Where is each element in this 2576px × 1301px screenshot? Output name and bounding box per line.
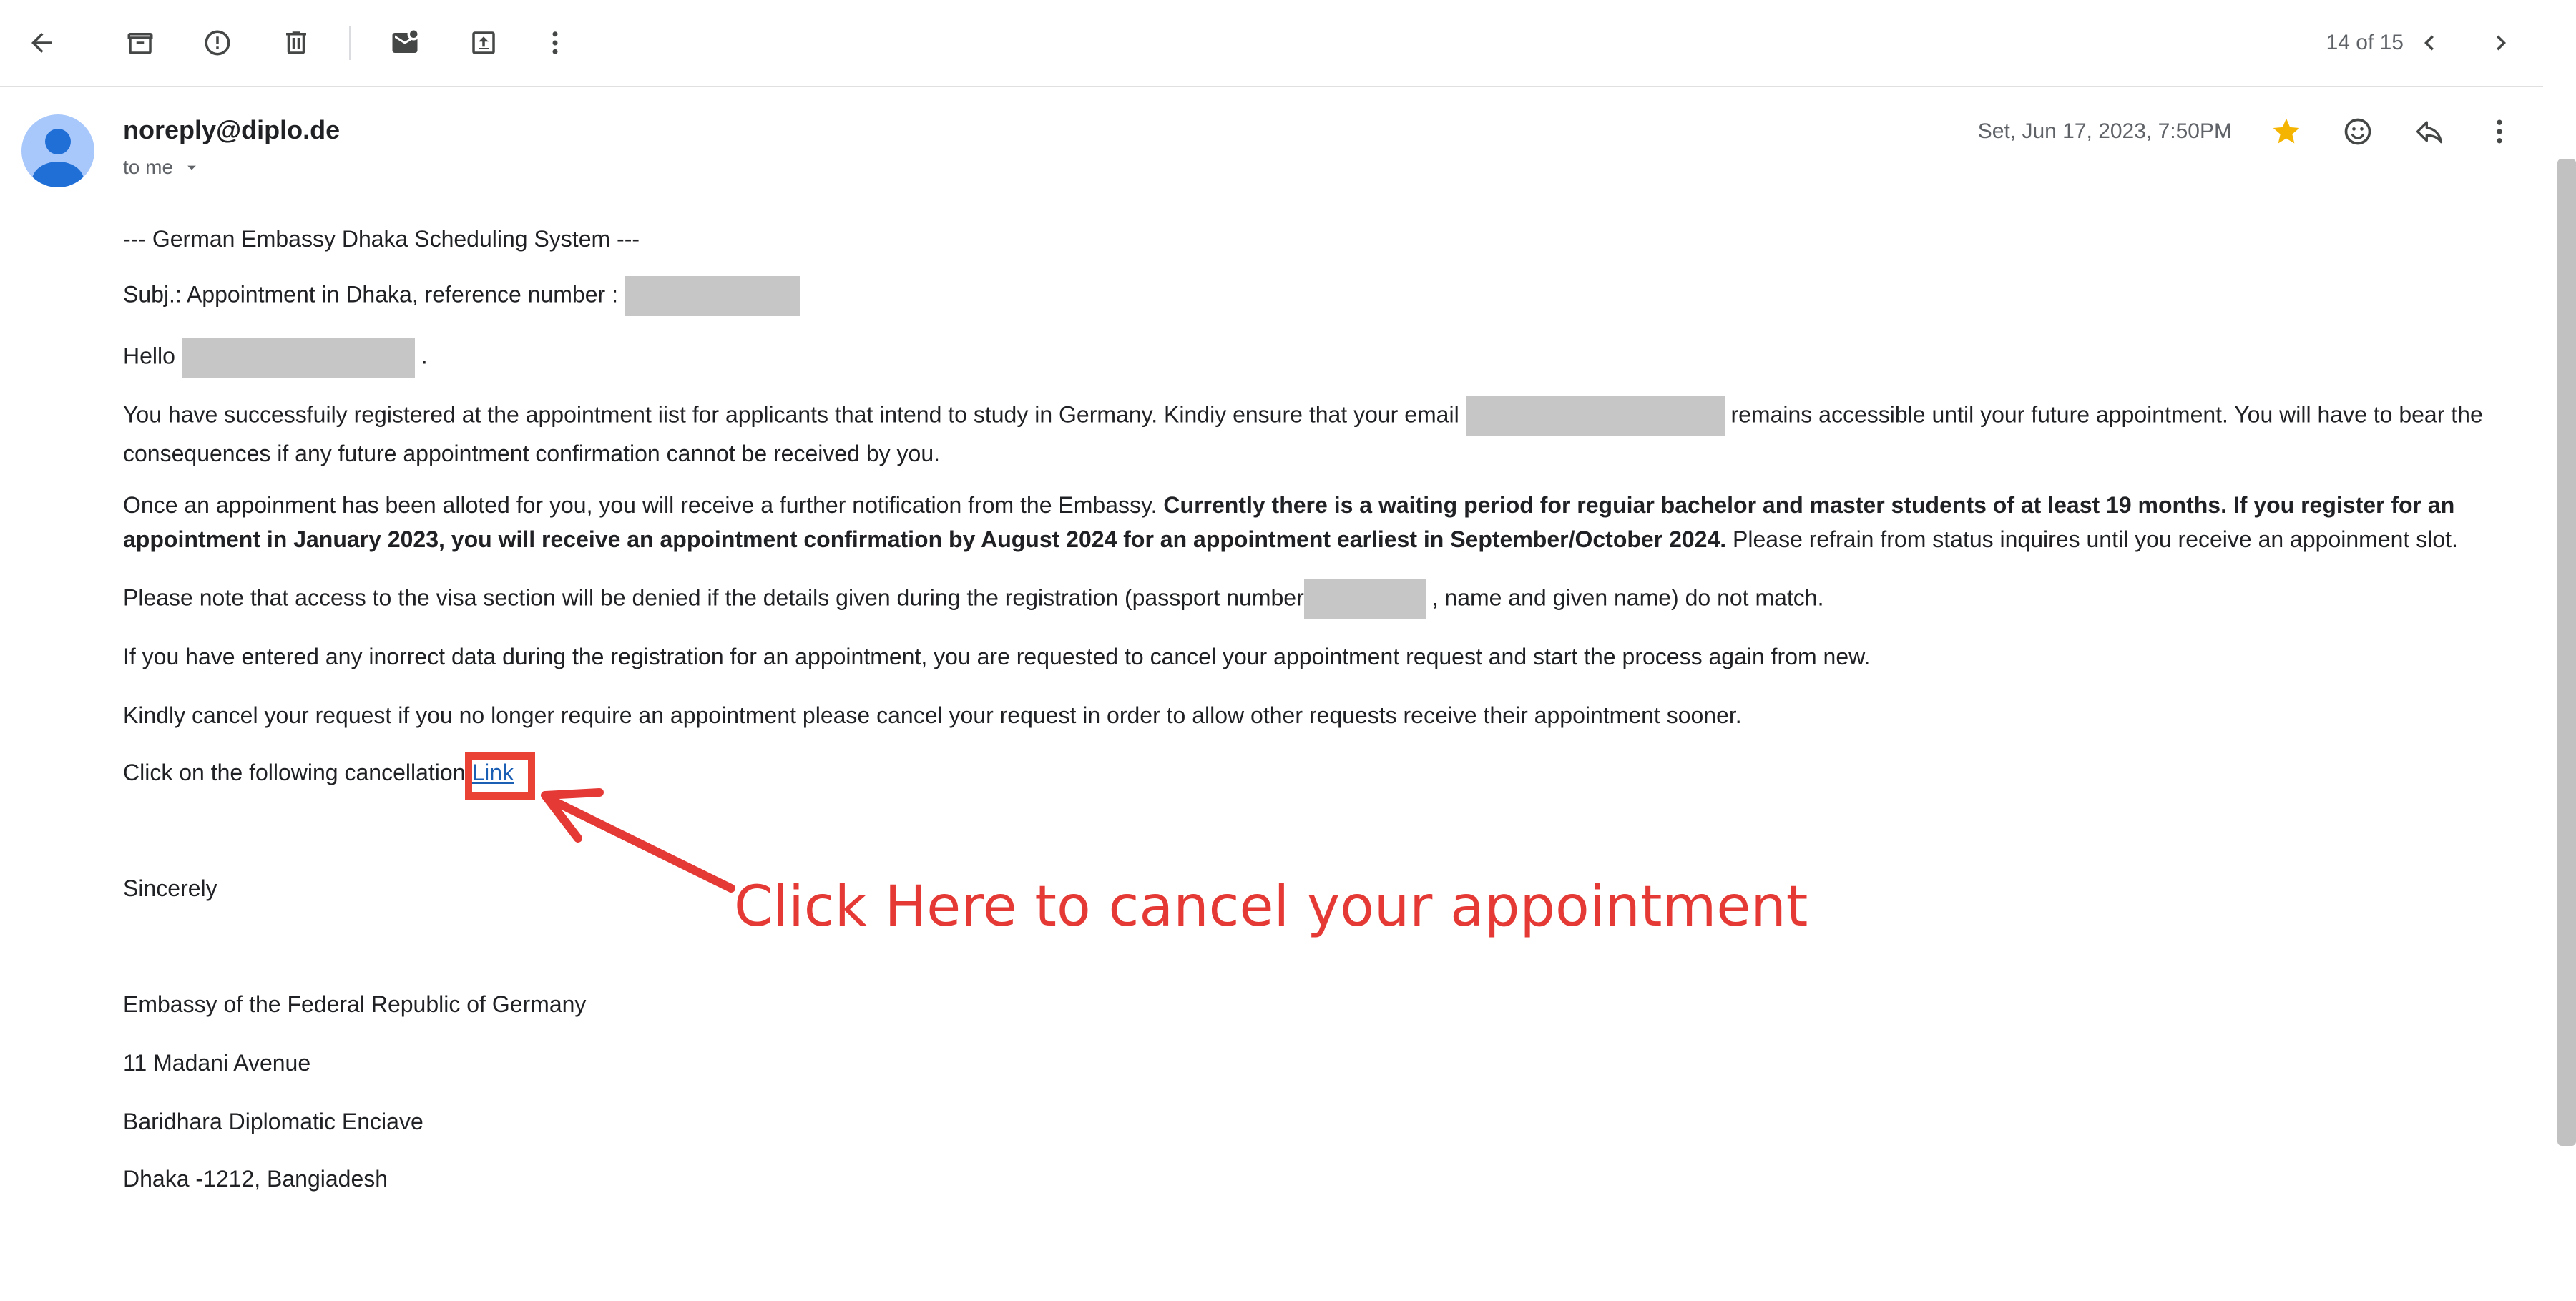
cancellation-text: Click on the following cancellation xyxy=(123,760,466,785)
email-date: Set, Jun 17, 2023, 7:50PM xyxy=(1977,119,2232,143)
emoji-icon xyxy=(2344,118,2371,145)
paragraph-registration-a: You have successfuily registered at the … xyxy=(123,401,1459,428)
sender-email[interactable]: noreply@diplo.de xyxy=(123,114,340,146)
trash-icon xyxy=(286,31,306,54)
reply-button[interactable] xyxy=(2406,109,2452,154)
redacted-email xyxy=(1465,396,1725,436)
dropdown-arrow-icon xyxy=(187,165,196,170)
subject-text: Subj.: Appointment in Dhaka, reference n… xyxy=(123,281,618,308)
paragraph-cancel-request: Kindly cancel your request if you no lon… xyxy=(123,702,1742,728)
previous-email-button[interactable] xyxy=(2406,20,2452,66)
greeting-line: Hello . xyxy=(123,338,428,378)
more-actions-button[interactable] xyxy=(532,20,578,66)
delete-button[interactable] xyxy=(273,20,319,66)
recipient-label: to me xyxy=(123,156,174,178)
link-highlight-box xyxy=(465,752,535,800)
archive-icon xyxy=(127,33,153,54)
sincerely: Sincerely xyxy=(123,875,217,901)
paragraph-incorrect-data: If you have entered any inorrect data du… xyxy=(123,644,1871,669)
greeting-text: Hello xyxy=(123,343,175,369)
paragraph-waiting-period: Once an appoinment has been alloted for … xyxy=(123,488,2527,556)
person-icon xyxy=(32,129,84,187)
more-vert-icon xyxy=(552,31,558,54)
move-to-icon xyxy=(472,31,495,54)
redacted-reference-number xyxy=(624,276,800,316)
star-icon xyxy=(2273,118,2300,144)
add-reaction-button[interactable] xyxy=(2335,109,2381,154)
pager-count: 14 of 15 xyxy=(2326,31,2404,54)
redacted-name xyxy=(181,338,415,378)
paragraph-cancellation-link: Click on the following cancellation Link xyxy=(123,755,514,790)
mark-unread-button[interactable] xyxy=(382,20,428,66)
email-more-button[interactable] xyxy=(2477,109,2522,154)
greeting-end: . xyxy=(421,343,428,369)
back-button[interactable] xyxy=(19,20,64,66)
signature-enclave: Baridhara Diplomatic Enciave xyxy=(123,1109,423,1134)
reply-icon xyxy=(2416,121,2443,144)
mark-unread-icon xyxy=(392,30,418,53)
archive-button[interactable] xyxy=(117,20,163,66)
email-toolbar: 14 of 15 xyxy=(0,0,2543,87)
paragraph-registration: You have successfuily registered at the … xyxy=(123,396,2527,471)
signature-embassy: Embassy of the Federal Republic of Germa… xyxy=(123,991,587,1017)
subject-line: Subj.: Appointment in Dhaka, reference n… xyxy=(123,276,800,316)
chevron-right-icon xyxy=(2497,35,2506,51)
redacted-passport-number xyxy=(1303,579,1426,619)
scrollbar-thumb[interactable] xyxy=(2557,159,2576,1146)
move-to-button[interactable] xyxy=(461,20,506,66)
paragraph-waiting-c: Please refrain from status inquires unti… xyxy=(1733,526,2458,552)
system-line: --- German Embassy Dhaka Scheduling Syst… xyxy=(123,226,640,252)
report-spam-button[interactable] xyxy=(195,20,240,66)
arrow-left-icon xyxy=(31,33,52,53)
report-spam-icon xyxy=(205,30,230,56)
signature-city: Dhaka -1212, Bangiadesh xyxy=(123,1166,388,1192)
recipient-details[interactable]: to me xyxy=(123,154,202,180)
paragraph-visa-b: , name and given name) do not match. xyxy=(1431,584,1824,611)
paragraph-visa-access: Please note that access to the visa sect… xyxy=(123,579,2527,619)
paragraph-waiting-a: Once an appoinment has been alloted for … xyxy=(123,492,1157,518)
signature-street: 11 Madani Avenue xyxy=(123,1050,311,1076)
more-vert-icon xyxy=(2497,119,2502,144)
toolbar-divider xyxy=(349,26,351,60)
chevron-left-icon xyxy=(2424,35,2434,51)
annotation-callout: Click Here to cancel your appointment xyxy=(734,875,1808,939)
sender-avatar[interactable] xyxy=(21,114,94,187)
next-email-button[interactable] xyxy=(2478,20,2524,66)
paragraph-visa-a: Please note that access to the visa sect… xyxy=(123,584,1304,611)
star-button[interactable] xyxy=(2263,109,2309,154)
